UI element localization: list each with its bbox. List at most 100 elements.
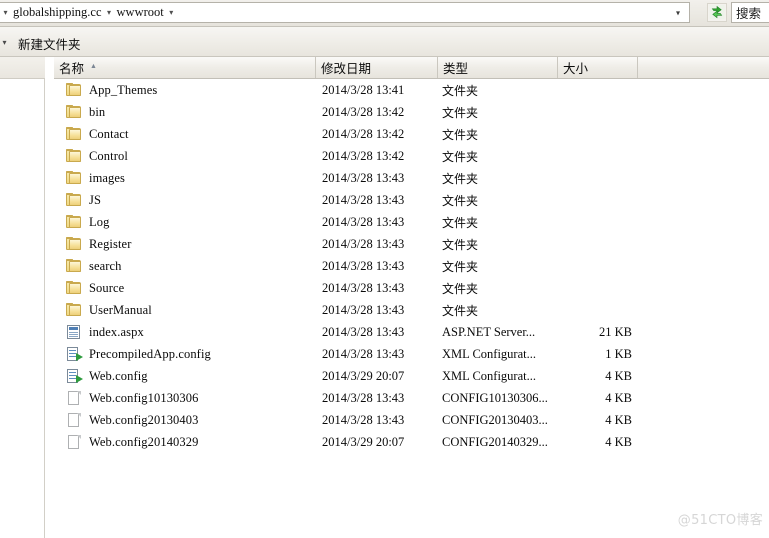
xml-config-file-icon [66, 369, 83, 383]
file-list-row[interactable]: JS 2014/3/28 13:43 文件夹 [54, 189, 769, 211]
file-list-row[interactable]: Web.config20140329 2014/3/29 20:07 CONFIG2… [54, 431, 769, 453]
file-type-cell: 文件夹 [442, 281, 479, 296]
breadcrumb-bar[interactable]: ▾ globalshipping.cc ▾ wwwroot ▾ ▾ [0, 2, 690, 23]
folder-icon [66, 149, 82, 163]
refresh-icon [709, 5, 725, 20]
file-list-row[interactable]: PrecompiledApp.config 2014/3/28 13:43 XML … [54, 343, 769, 365]
column-header-filler [638, 57, 769, 78]
navigation-pane [0, 57, 45, 538]
file-name-cell[interactable]: JS [66, 193, 101, 208]
file-name-cell[interactable]: Web.config20130403 [66, 413, 198, 428]
file-list-row[interactable]: images 2014/3/28 13:43 文件夹 [54, 167, 769, 189]
file-date-cell: 2014/3/28 13:41 [322, 82, 405, 97]
search-box[interactable]: 搜索 [731, 2, 769, 23]
search-input[interactable]: 搜索 [736, 3, 761, 22]
file-date-cell: 2014/3/28 13:43 [322, 258, 405, 273]
column-header-size[interactable]: 大小 [558, 57, 638, 78]
file-size-cell: 4 KB [605, 434, 632, 449]
file-list: App_Themes 2014/3/28 13:41 文件夹 bin 2014/3/28… [54, 79, 769, 453]
file-name-cell[interactable]: Register [66, 237, 131, 252]
refresh-button[interactable] [707, 3, 727, 22]
file-name-label: bin [89, 104, 106, 119]
folder-icon [66, 171, 82, 185]
column-header-date-modified[interactable]: 修改日期 [316, 57, 438, 78]
file-date-cell: 2014/3/28 13:43 [322, 192, 405, 207]
column-header-size-label: 大小 [563, 62, 589, 76]
file-name-cell[interactable]: Source [66, 281, 124, 296]
file-list-row[interactable]: Web.config10130306 2014/3/28 13:43 CONFIG1… [54, 387, 769, 409]
file-name-cell[interactable]: Contact [66, 127, 129, 142]
file-size-cell: 4 KB [605, 412, 632, 427]
file-name-label: search [89, 258, 122, 273]
column-header-name[interactable]: 名称 ▲ [54, 57, 316, 78]
file-date-cell: 2014/3/28 13:43 [322, 236, 405, 251]
file-list-row[interactable]: Source 2014/3/28 13:43 文件夹 [54, 277, 769, 299]
file-size-cell: 4 KB [605, 390, 632, 405]
generic-file-icon [66, 413, 82, 427]
file-type-cell: 文件夹 [442, 105, 479, 120]
command-toolbar: ▾ 新建文件夹 [0, 27, 769, 57]
file-list-row[interactable]: UserManual 2014/3/28 13:43 文件夹 [54, 299, 769, 321]
file-date-cell: 2014/3/28 13:43 [322, 214, 405, 229]
file-name-cell[interactable]: bin [66, 105, 105, 120]
file-type-cell: 文件夹 [442, 259, 479, 274]
file-name-label: PrecompiledApp.config [89, 346, 211, 361]
file-list-row[interactable]: Web.config 2014/3/29 20:07 XML Configurat.… [54, 365, 769, 387]
file-date-cell: 2014/3/28 13:42 [322, 104, 405, 119]
breadcrumb-chevron-icon-2[interactable]: ▾ [166, 8, 177, 17]
folder-icon [66, 237, 82, 251]
address-history-dropdown-icon[interactable]: ▾ [671, 8, 685, 17]
file-date-cell: 2014/3/28 13:43 [322, 390, 405, 405]
file-name-label: Web.config20140329 [89, 434, 199, 449]
file-date-cell: 2014/3/28 13:43 [322, 412, 405, 427]
file-list-row[interactable]: search 2014/3/28 13:43 文件夹 [54, 255, 769, 277]
file-name-cell[interactable]: UserManual [66, 303, 152, 318]
file-type-cell: ASP.NET Server... [442, 324, 536, 339]
new-folder-button[interactable]: 新建文件夹 [18, 34, 81, 53]
file-name-cell[interactable]: index.aspx [66, 325, 144, 340]
aspx-file-icon [66, 325, 82, 339]
file-name-label: App_Themes [89, 82, 158, 97]
file-name-cell[interactable]: Web.config10130306 [66, 391, 198, 406]
file-list-row[interactable]: Contact 2014/3/28 13:42 文件夹 [54, 123, 769, 145]
column-header-type[interactable]: 类型 [438, 57, 558, 78]
file-date-cell: 2014/3/28 13:43 [322, 170, 405, 185]
file-type-cell: CONFIG20140329... [442, 434, 548, 449]
file-name-label: Web.config20130403 [89, 412, 199, 427]
file-list-row[interactable]: Log 2014/3/28 13:43 文件夹 [54, 211, 769, 233]
file-name-cell[interactable]: Control [66, 149, 128, 164]
file-name-cell[interactable]: images [66, 171, 125, 186]
column-header-row: 名称 ▲ 修改日期 类型 大小 [54, 57, 769, 79]
file-name-cell[interactable]: search [66, 259, 122, 274]
folder-icon [66, 83, 82, 97]
toolbar-overflow-chevron-icon[interactable]: ▾ [0, 38, 9, 47]
file-name-cell[interactable]: Log [66, 215, 109, 230]
file-list-row[interactable]: bin 2014/3/28 13:42 文件夹 [54, 101, 769, 123]
breadcrumb-item-site[interactable]: globalshipping.cc [11, 5, 104, 20]
file-list-row[interactable]: Register 2014/3/28 13:43 文件夹 [54, 233, 769, 255]
file-name-cell[interactable]: PrecompiledApp.config [66, 347, 211, 362]
generic-file-icon [66, 435, 82, 449]
column-header-name-label: 名称 [59, 62, 85, 76]
folder-icon [66, 193, 82, 207]
file-size-cell: 4 KB [605, 368, 632, 383]
file-list-row[interactable]: Web.config20130403 2014/3/28 13:43 CONFIG2… [54, 409, 769, 431]
folder-icon [66, 127, 82, 141]
pane-splitter[interactable] [45, 57, 54, 538]
breadcrumb-leading-chevron-icon[interactable]: ▾ [0, 8, 11, 17]
column-header-date-label: 修改日期 [321, 62, 372, 76]
breadcrumb-item-wwwroot[interactable]: wwwroot [115, 5, 166, 20]
file-list-row[interactable]: index.aspx 2014/3/28 13:43 ASP.NET Server.… [54, 321, 769, 343]
breadcrumb-chevron-icon-1[interactable]: ▾ [104, 8, 115, 17]
column-header-type-label: 类型 [443, 62, 469, 76]
folder-icon [66, 303, 82, 317]
file-list-row[interactable]: App_Themes 2014/3/28 13:41 文件夹 [54, 79, 769, 101]
file-date-cell: 2014/3/29 20:07 [322, 368, 405, 383]
file-type-cell: 文件夹 [442, 237, 479, 252]
file-name-cell[interactable]: Web.config [66, 369, 148, 384]
file-name-cell[interactable]: App_Themes [66, 83, 157, 98]
file-name-cell[interactable]: Web.config20140329 [66, 435, 198, 450]
file-name-label: Control [89, 148, 128, 163]
file-list-row[interactable]: Control 2014/3/28 13:42 文件夹 [54, 145, 769, 167]
watermark: @51CTO博客 [677, 513, 763, 528]
